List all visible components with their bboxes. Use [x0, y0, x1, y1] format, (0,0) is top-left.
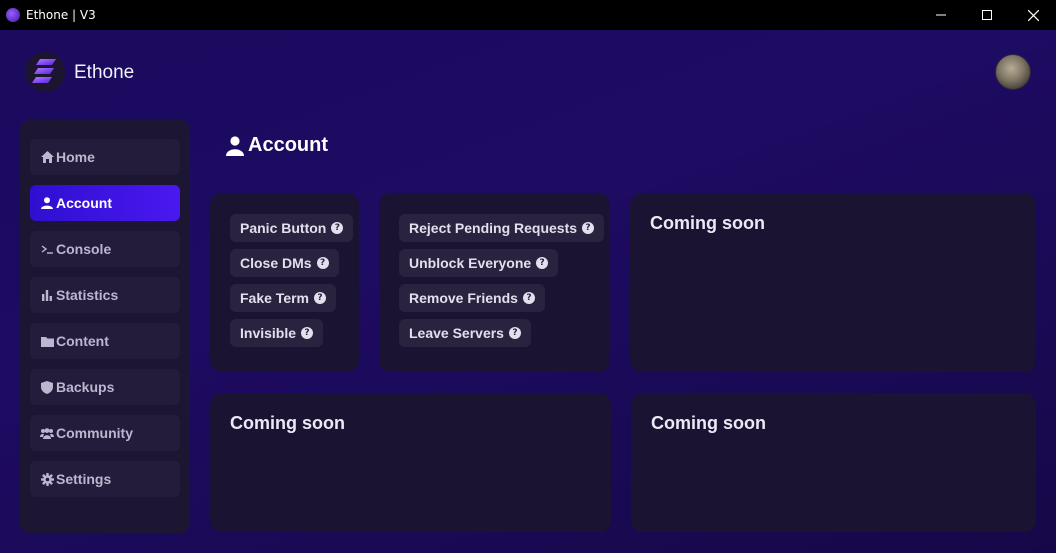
users-icon — [40, 426, 54, 440]
fake-term-button[interactable]: Fake Term? — [230, 284, 336, 312]
terminal-icon — [40, 242, 54, 256]
help-icon: ? — [314, 292, 326, 304]
ethone-logo — [25, 52, 65, 92]
friends-actions-card: Reject Pending Requests? Unblock Everyon… — [379, 193, 610, 372]
bar-chart-icon — [40, 288, 54, 302]
sidebar-item-settings[interactable]: Settings — [30, 461, 180, 497]
close-button[interactable] — [1010, 0, 1056, 30]
sidebar-item-label: Content — [56, 333, 109, 349]
sidebar-item-label: Home — [56, 149, 95, 165]
sidebar-item-content[interactable]: Content — [30, 323, 180, 359]
brand-name: Ethone — [74, 62, 135, 83]
sidebar-item-account[interactable]: Account — [30, 185, 180, 221]
reject-pending-requests-button[interactable]: Reject Pending Requests? — [399, 214, 605, 242]
page-title-text: Account — [248, 134, 328, 156]
sidebar-item-label: Console — [56, 241, 112, 257]
help-icon: ? — [301, 327, 314, 339]
sidebar-item-label: Account — [56, 195, 112, 211]
unblock-everyone-button[interactable]: Unblock Everyone? — [399, 249, 559, 277]
card-title: Coming soon — [230, 413, 345, 433]
maximize-button[interactable] — [964, 0, 1010, 30]
sidebar-item-label: Community — [56, 425, 133, 441]
folder-icon — [40, 334, 54, 348]
window-title: Ethone | V3 — [26, 8, 96, 22]
avatar[interactable] — [995, 54, 1031, 90]
window-titlebar: Ethone | V3 — [0, 0, 1056, 30]
sidebar-item-community[interactable]: Community — [30, 415, 180, 451]
panic-button[interactable]: Panic Button? — [230, 214, 354, 242]
help-icon: ? — [522, 292, 535, 304]
sidebar: Home Account Console Statistics Content — [20, 120, 190, 533]
help-icon: ? — [536, 257, 549, 269]
coming-soon-card: Coming soon — [631, 393, 1036, 532]
user-icon — [226, 135, 244, 156]
app-window: Ethone Home Account Console Statistics C… — [0, 30, 1056, 553]
help-icon: ? — [316, 257, 329, 269]
help-icon: ? — [331, 222, 344, 234]
account-actions-card: Panic Button? Close DMs? Fake Term? Invi… — [210, 193, 359, 372]
app-icon — [6, 8, 20, 22]
sidebar-item-label: Backups — [56, 379, 115, 395]
close-dms-button[interactable]: Close DMs? — [230, 249, 339, 277]
gear-icon — [40, 472, 54, 486]
sidebar-item-label: Statistics — [56, 287, 119, 303]
user-icon — [40, 196, 54, 210]
help-icon: ? — [508, 327, 521, 339]
sidebar-item-statistics[interactable]: Statistics — [30, 277, 180, 313]
card-title: Coming soon — [650, 213, 765, 233]
coming-soon-card: Coming soon — [630, 193, 1036, 372]
card-title: Coming soon — [651, 413, 766, 433]
shield-icon — [40, 380, 54, 394]
minimize-button[interactable] — [918, 0, 964, 30]
sidebar-item-console[interactable]: Console — [30, 231, 180, 267]
remove-friends-button[interactable]: Remove Friends? — [399, 284, 545, 312]
help-icon: ? — [582, 222, 595, 234]
leave-servers-button[interactable]: Leave Servers? — [399, 319, 531, 347]
invisible-button[interactable]: Invisible? — [230, 319, 324, 347]
coming-soon-card: Coming soon — [210, 393, 611, 532]
sidebar-item-backups[interactable]: Backups — [30, 369, 180, 405]
home-icon — [40, 150, 54, 164]
sidebar-item-home[interactable]: Home — [30, 139, 180, 175]
sidebar-item-label: Settings — [56, 471, 112, 487]
page-title: Account — [226, 134, 328, 157]
